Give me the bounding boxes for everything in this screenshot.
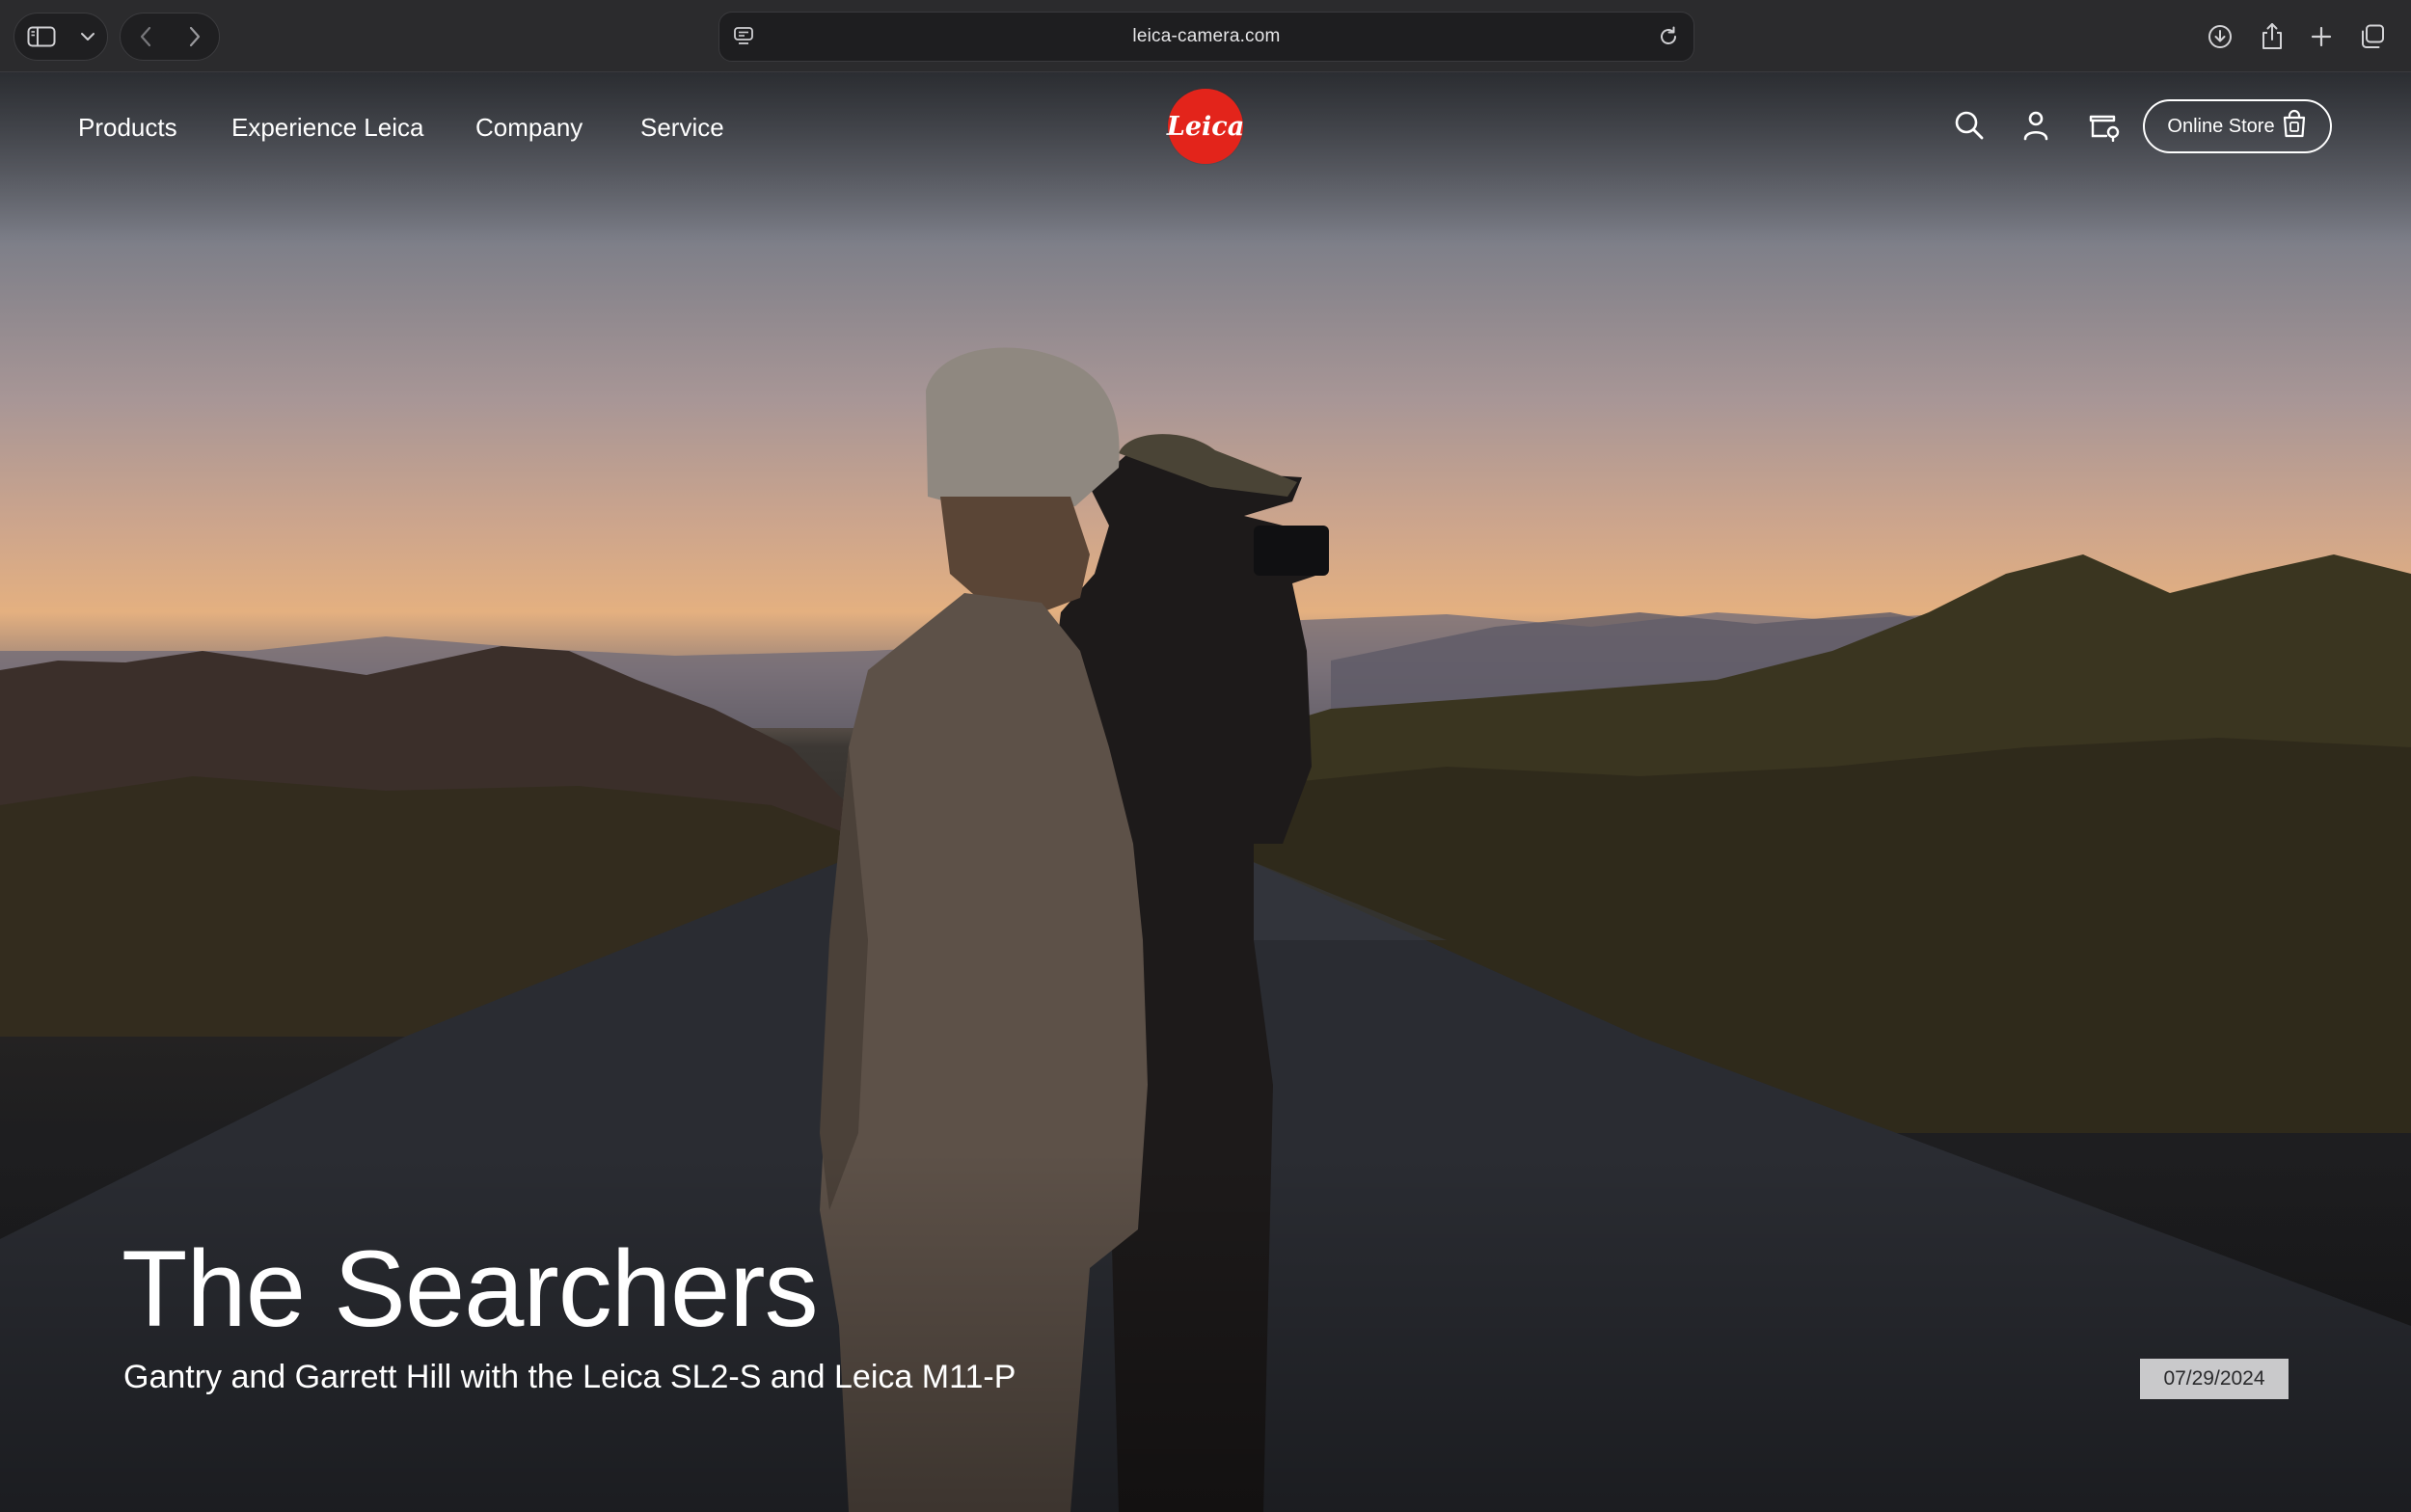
- new-tab-icon[interactable]: [2310, 25, 2333, 48]
- sidebar-icon[interactable]: [27, 26, 56, 47]
- url-text: leica-camera.com: [1132, 26, 1281, 46]
- forward-icon[interactable]: [188, 25, 202, 48]
- sidebar-toggle-group[interactable]: [14, 13, 108, 61]
- shopping-bag-icon: [2281, 109, 2308, 144]
- reload-icon[interactable]: [1657, 25, 1680, 53]
- address-bar[interactable]: leica-camera.com: [718, 12, 1694, 62]
- nav-experience-leica[interactable]: Experience Leica: [231, 112, 423, 143]
- nav-company[interactable]: Company: [475, 112, 582, 143]
- share-icon[interactable]: [2260, 22, 2285, 51]
- online-store-button[interactable]: Online Store: [2143, 99, 2332, 153]
- nav-products[interactable]: Products: [78, 112, 177, 143]
- hero-section: Products Experience Leica Company Servic…: [0, 72, 2411, 1512]
- leica-logo[interactable]: Leica: [1167, 89, 1244, 164]
- date-badge: 07/29/2024: [2140, 1359, 2289, 1399]
- hero-title[interactable]: The Searchers: [122, 1229, 819, 1349]
- dealer-locator-icon[interactable]: [2087, 109, 2122, 147]
- download-icon[interactable]: [2207, 23, 2234, 50]
- back-icon[interactable]: [139, 25, 152, 48]
- online-store-label: Online Store: [2167, 115, 2275, 137]
- account-icon[interactable]: [2021, 109, 2050, 147]
- chevron-down-icon[interactable]: [80, 32, 95, 41]
- nav-service[interactable]: Service: [640, 112, 724, 143]
- hero-subtitle: Gantry and Garrett Hill with the Leica S…: [123, 1359, 1016, 1395]
- browser-toolbar: leica-camera.com: [0, 0, 2411, 72]
- history-nav-group: [120, 13, 220, 61]
- toolbar-actions: [2194, 13, 2398, 61]
- search-icon[interactable]: [1953, 109, 1986, 147]
- tabs-overview-icon[interactable]: [2359, 23, 2386, 50]
